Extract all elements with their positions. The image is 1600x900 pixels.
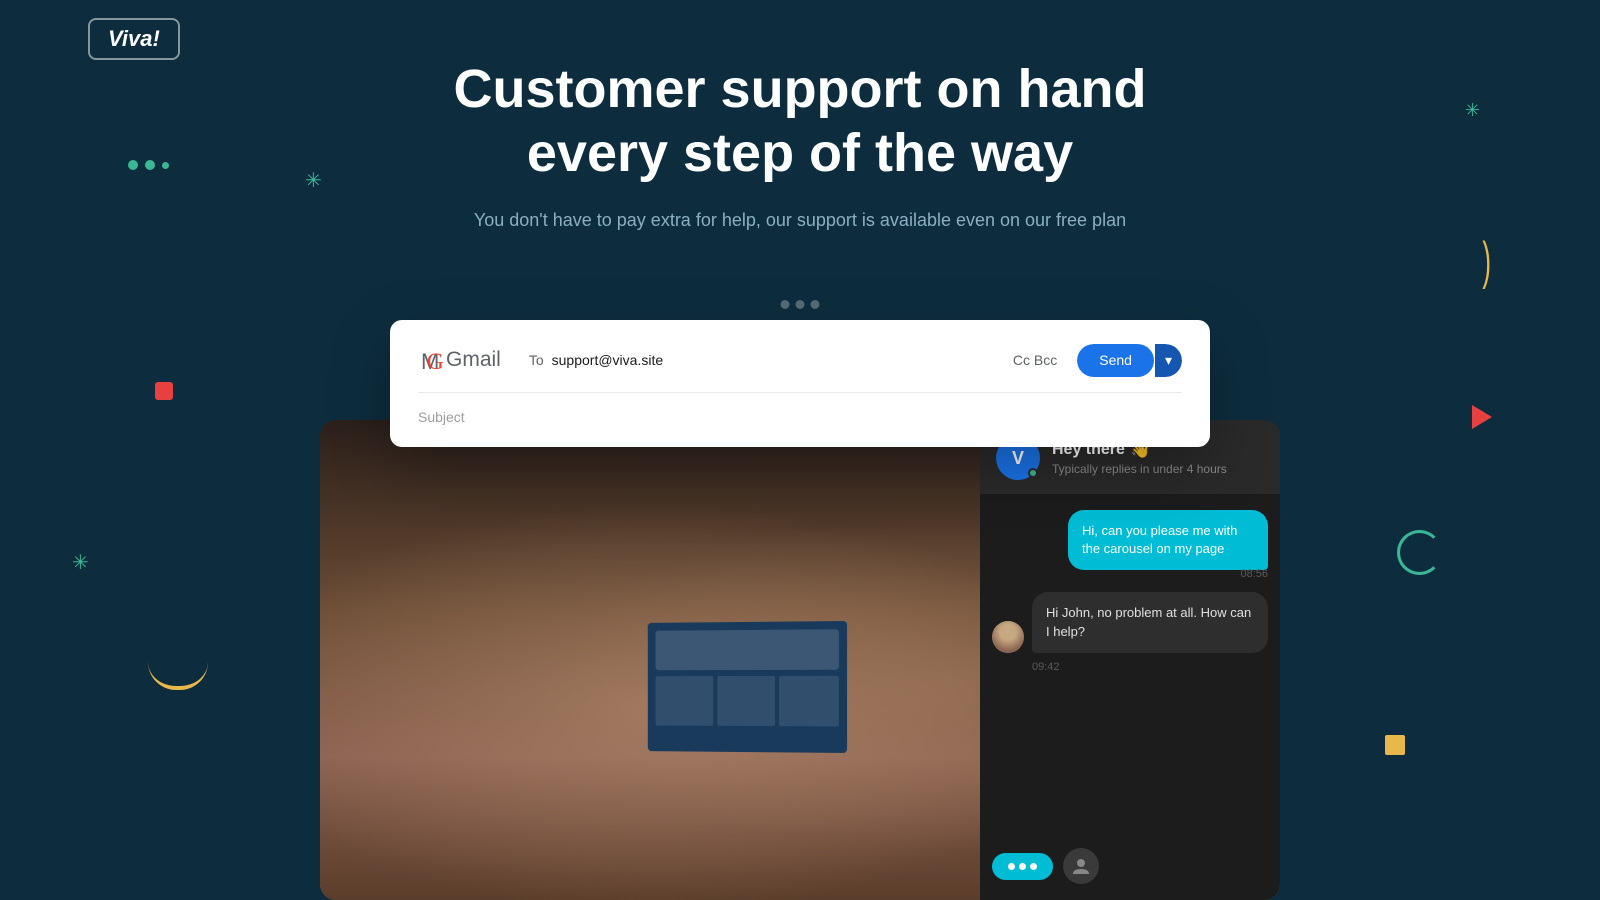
user-message-container: Hi, can you please me with the carousel … [992, 510, 1268, 580]
logo-text: Viva! [108, 26, 160, 51]
headline-section: Customer support on hand every step of t… [450, 58, 1150, 234]
send-dropdown-button[interactable]: ▾ [1155, 344, 1182, 377]
laptop-screen [648, 621, 847, 753]
user-chat-bubble: Hi, can you please me with the carousel … [1068, 510, 1268, 570]
send-button-group[interactable]: Send ▾ [1077, 344, 1182, 377]
deco-bracket: ) [1482, 235, 1491, 287]
deco-star-left: ✳ [305, 168, 322, 193]
support-chat-bubble: Hi John, no problem at all. How can I he… [1032, 592, 1268, 652]
email-subject-field[interactable]: Subject [418, 405, 1182, 425]
support-avatar [992, 621, 1024, 653]
support-message-time: 09:42 [992, 661, 1268, 673]
typing-dot-2 [1019, 863, 1026, 870]
deco-star-bl: ✳ [72, 550, 89, 575]
headline-subtitle: You don't have to pay extra for help, ou… [450, 207, 1150, 234]
gmail-logo: M G Gmail [418, 342, 501, 378]
send-button[interactable]: Send [1077, 344, 1154, 377]
chat-typing-indicator[interactable] [992, 853, 1053, 880]
deco-star-right: ✳ [1465, 100, 1480, 121]
email-card: M G Gmail To support@viva.site Cc Bcc [390, 320, 1210, 447]
chat-panel: V Hey there 👋 Typically replies in under… [980, 420, 1280, 900]
email-header: M G Gmail To support@viva.site Cc Bcc [418, 342, 1182, 393]
deco-arc [148, 662, 208, 690]
support-avatar-image [992, 621, 1024, 653]
email-to-row: To support@viva.site [529, 352, 1013, 368]
chat-online-dot [1028, 468, 1038, 478]
chat-footer [980, 836, 1280, 900]
content-area: V Hey there 👋 Typically replies in under… [320, 420, 1280, 900]
typing-dot-1 [1008, 863, 1015, 870]
chat-messages: Hi, can you please me with the carousel … [980, 494, 1280, 836]
deco-triangle [1472, 405, 1492, 429]
deco-yellow-rect [1385, 735, 1405, 755]
deco-red-rect [155, 382, 173, 400]
page-title: Customer support on hand every step of t… [450, 58, 1150, 185]
email-to-label: To [529, 352, 544, 368]
chat-avatar-letter: V [1012, 448, 1024, 469]
email-cc-bcc[interactable]: Cc Bcc [1013, 352, 1057, 368]
chat-user-avatar [1063, 848, 1099, 884]
user-icon [1071, 856, 1091, 876]
support-message-container: Hi John, no problem at all. How can I he… [992, 592, 1268, 652]
svg-text:G: G [427, 349, 444, 374]
user-message-time: 08:56 [1240, 568, 1268, 580]
email-to-value: support@viva.site [552, 352, 1013, 368]
logo[interactable]: Viva! [88, 18, 180, 60]
chat-header-status: Typically replies in under 4 hours [1052, 462, 1264, 476]
typing-dot-3 [1030, 863, 1037, 870]
deco-dots [128, 160, 169, 170]
deco-swirl [1397, 530, 1442, 575]
window-dots [781, 300, 820, 309]
